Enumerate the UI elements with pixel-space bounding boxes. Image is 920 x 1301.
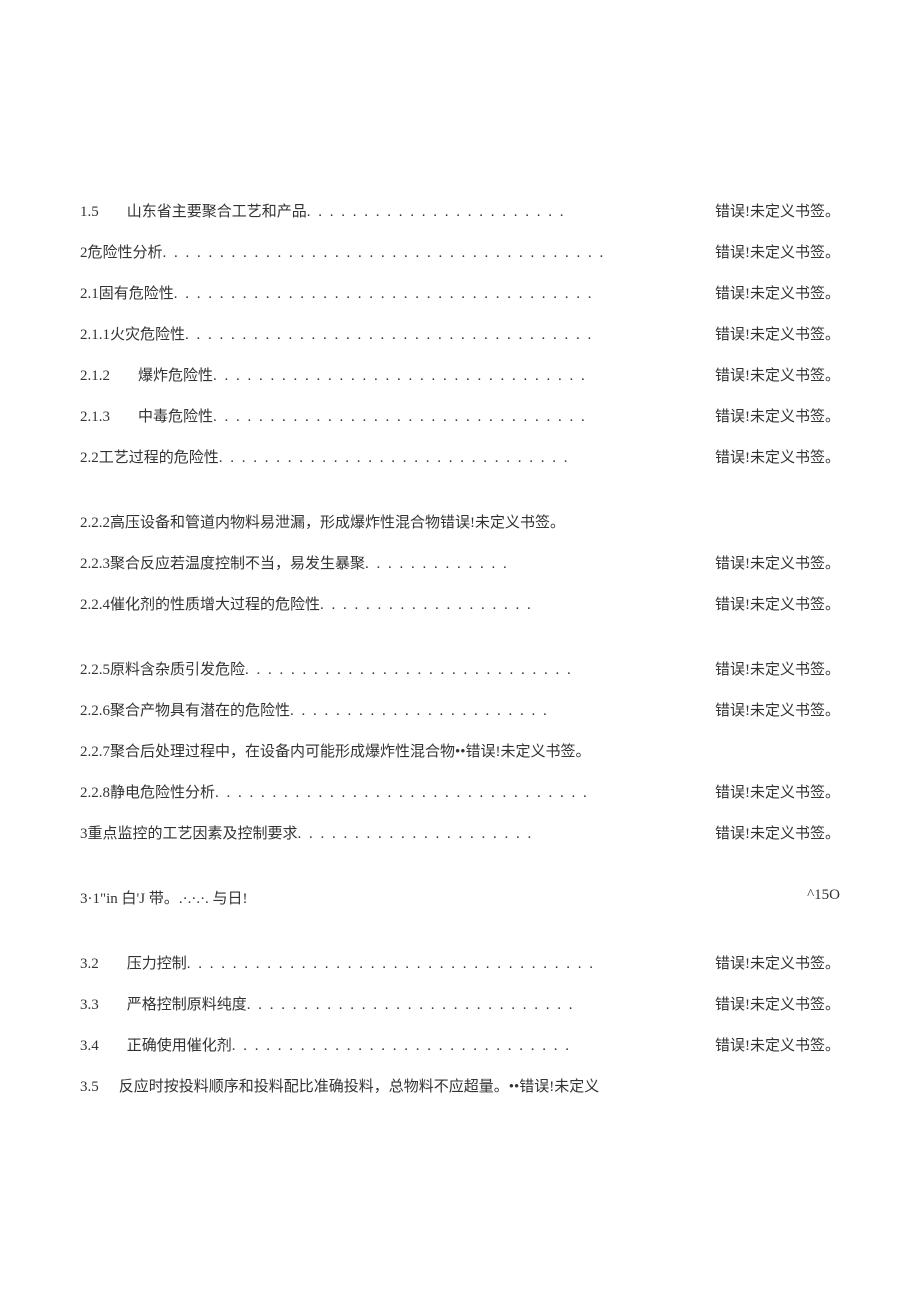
toc-number: 3.5 <box>80 1079 99 1096</box>
toc-number: 2.2.5 <box>80 662 110 679</box>
toc-title: 催化剂的性质增大过程的危险性 <box>110 593 320 614</box>
toc-dots: . . . . . . . . . . . . . . . . . . . . … <box>163 245 715 262</box>
toc-dots: . . . . . . . . . . . . . . . . . . . . … <box>187 956 715 973</box>
toc-page-ref: 错误!未定义书签。 <box>715 200 840 221</box>
toc-number: 3.2 <box>80 956 99 973</box>
toc-dots: . . . . . . . . . . . . . . . . . . . . … <box>298 826 715 843</box>
toc-page-ref: 错误!未定义书签。 <box>715 323 840 344</box>
toc-title: 山东省主要聚合工艺和产品 <box>127 200 307 221</box>
toc-entry: 2.1.1 火灾危险性 . . . . . . . . . . . . . . … <box>80 323 840 344</box>
toc-page-ref: 错误!未定义书签。 <box>715 593 840 614</box>
toc-number: 3.3 <box>80 997 99 1014</box>
toc-entry: 2.2.6 聚合产物具有潜在的危险性 . . . . . . . . . . .… <box>80 699 840 720</box>
toc-dots: . . . . . . . . . . . . . . . . . . . . … <box>185 327 715 344</box>
toc-dots: . . . . . . . . . . . . . . . . . . . . … <box>219 450 715 467</box>
toc-entry: 3.4 正确使用催化剂 . . . . . . . . . . . . . . … <box>80 1034 840 1055</box>
toc-entry: 2.2 工艺过程的危险性 . . . . . . . . . . . . . .… <box>80 446 840 467</box>
toc-page-ref: 错误!未定义书签。 <box>715 446 840 467</box>
toc-number: 1.5 <box>80 204 99 221</box>
toc-dots: . . . . . . . . . . . . . . . . . . . . … <box>213 368 715 385</box>
toc-number: 2.2.2 <box>80 515 110 532</box>
toc-entry: 2.1.3 中毒危险性 . . . . . . . . . . . . . . … <box>80 405 840 426</box>
toc-title: 聚合产物具有潜在的危险性 <box>110 699 290 720</box>
toc-title: 聚合反应若温度控制不当，易发生暴聚 <box>110 552 365 573</box>
toc-entry: 3.5 反应时按投料顺序和投料配比准确投料，总物料不应超量。•• 错误!未定义 <box>80 1075 840 1096</box>
toc-page-ref: 错误!未定义 <box>519 1075 599 1096</box>
toc-page-ref: 错误!未定义书签。 <box>715 282 840 303</box>
toc-page-ref: 错误!未定义书签。 <box>715 364 840 385</box>
toc-entry: 2.2.3 聚合反应若温度控制不当，易发生暴聚 . . . . . . . . … <box>80 552 840 573</box>
toc-number: 3.4 <box>80 1038 99 1055</box>
toc-page-ref: 错误!未定义书签。 <box>715 552 840 573</box>
toc-title: 压力控制 <box>127 952 187 973</box>
toc-title: 爆炸危险性 <box>138 364 213 385</box>
toc-title: 重点监控的工艺因素及控制要求 <box>88 822 298 843</box>
toc-entry: 2.2.7 聚合后处理过程中，在设备内可能形成爆炸性混合物•• 错误!未定义书签… <box>80 740 840 761</box>
toc-title: 静电危险性分析 <box>110 781 215 802</box>
toc-page-ref: 错误!未定义书签。 <box>715 781 840 802</box>
toc-dots: . . . . . . . . . . . . . . . . . . . . … <box>245 662 715 679</box>
toc-entry: 2.1 固有危险性 . . . . . . . . . . . . . . . … <box>80 282 840 303</box>
toc-dots: . . . . . . . . . . . . . . . . . . . <box>320 597 715 614</box>
toc-garbled-left: 3·1"in 白'J 带。.·.·.·. 与日! <box>80 887 248 908</box>
toc-title: 固有危险性 <box>99 282 174 303</box>
toc-container: 1.5 山东省主要聚合工艺和产品 . . . . . . . . . . . .… <box>80 200 840 1096</box>
toc-entry: 2.2.4 催化剂的性质增大过程的危险性 . . . . . . . . . .… <box>80 593 840 614</box>
toc-page-ref: 错误!未定义书签。 <box>715 241 840 262</box>
toc-page-ref: 错误!未定义书签。 <box>715 952 840 973</box>
toc-entry: 2.1.2 爆炸危险性 . . . . . . . . . . . . . . … <box>80 364 840 385</box>
toc-page-ref: 错误!未定义书签。 <box>715 699 840 720</box>
toc-number: 2.1.1 <box>80 327 110 344</box>
toc-dots: . . . . . . . . . . . . . . . . . . . . … <box>290 703 715 720</box>
toc-page-ref: 错误!未定义书签。 <box>715 658 840 679</box>
toc-number: 2.1 <box>80 286 99 303</box>
toc-number: 2.2.3 <box>80 556 110 573</box>
toc-number: 2.1.3 <box>80 409 110 426</box>
toc-dots: . . . . . . . . . . . . . . . . . . . . … <box>215 785 715 802</box>
toc-title: 高压设备和管道内物料易泄漏，形成爆炸性混合物 <box>110 511 440 532</box>
toc-page-ref: 错误!未定义书签。 <box>466 740 591 761</box>
toc-number: 2.2.4 <box>80 597 110 614</box>
toc-entry: 3.3 严格控制原料纯度 . . . . . . . . . . . . . .… <box>80 993 840 1014</box>
toc-dots: . . . . . . . . . . . . . <box>365 556 715 573</box>
toc-number: 2.2.6 <box>80 703 110 720</box>
toc-number: 2.2.7 <box>80 744 110 761</box>
toc-entry: 2.2.2 高压设备和管道内物料易泄漏，形成爆炸性混合物 错误!未定义书签。 <box>80 511 840 532</box>
toc-number: 2 <box>80 245 88 262</box>
toc-entry: 2.2.8 静电危险性分析 . . . . . . . . . . . . . … <box>80 781 840 802</box>
toc-number: 2.1.2 <box>80 368 110 385</box>
toc-title: 反应时按投料顺序和投料配比准确投料，总物料不应超量。•• <box>119 1075 520 1096</box>
toc-page-ref: 错误!未定义书签。 <box>715 993 840 1014</box>
toc-page-ref: 错误!未定义书签。 <box>440 511 565 532</box>
toc-entry: 2 危险性分析 . . . . . . . . . . . . . . . . … <box>80 241 840 262</box>
toc-title: 火灾危险性 <box>110 323 185 344</box>
toc-entry: 2.2.5 原料含杂质引发危险 . . . . . . . . . . . . … <box>80 658 840 679</box>
toc-title: 中毒危险性 <box>138 405 213 426</box>
toc-entry: 3 重点监控的工艺因素及控制要求 . . . . . . . . . . . .… <box>80 822 840 843</box>
toc-dots: . . . . . . . . . . . . . . . . . . . . … <box>232 1038 715 1055</box>
toc-dots: . . . . . . . . . . . . . . . . . . . . … <box>247 997 715 1014</box>
toc-dots: . . . . . . . . . . . . . . . . . . . . … <box>174 286 715 303</box>
toc-page-ref: 错误!未定义书签。 <box>715 1034 840 1055</box>
toc-title: 危险性分析 <box>88 241 163 262</box>
toc-title: 工艺过程的危险性 <box>99 446 219 467</box>
toc-page-ref: 错误!未定义书签。 <box>715 405 840 426</box>
toc-number: 2.2 <box>80 450 99 467</box>
toc-entry-garbled: 3·1"in 白'J 带。.·.·.·. 与日! ^15O <box>80 887 840 908</box>
toc-entry: 3.2 压力控制 . . . . . . . . . . . . . . . .… <box>80 952 840 973</box>
toc-title: 正确使用催化剂 <box>127 1034 232 1055</box>
toc-number: 3 <box>80 826 88 843</box>
toc-page-ref: 错误!未定义书签。 <box>715 822 840 843</box>
toc-dots: . . . . . . . . . . . . . . . . . . . . … <box>307 204 715 221</box>
toc-garbled-right: ^15O <box>807 887 840 908</box>
toc-title: 严格控制原料纯度 <box>127 993 247 1014</box>
toc-title: 聚合后处理过程中，在设备内可能形成爆炸性混合物•• <box>110 740 466 761</box>
toc-number: 2.2.8 <box>80 785 110 802</box>
toc-title: 原料含杂质引发危险 <box>110 658 245 679</box>
toc-entry: 1.5 山东省主要聚合工艺和产品 . . . . . . . . . . . .… <box>80 200 840 221</box>
toc-dots: . . . . . . . . . . . . . . . . . . . . … <box>213 409 715 426</box>
